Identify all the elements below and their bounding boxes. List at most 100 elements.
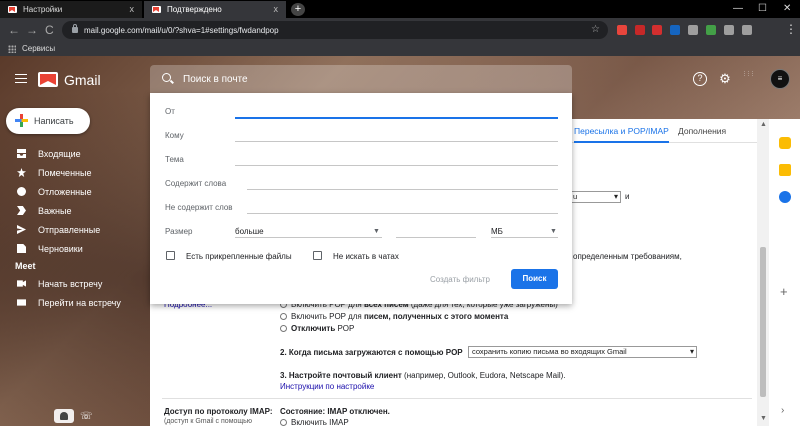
to-input[interactable] (235, 141, 558, 142)
address-bar[interactable]: mail.google.com/mail/u/0/?shva=1#setting… (62, 21, 608, 39)
option-text: Включить IMAP (291, 418, 349, 426)
pop-option-from-now[interactable]: Включить POP для писем, полученных с это… (280, 312, 508, 321)
send-icon (17, 225, 26, 234)
subject-input[interactable] (235, 165, 558, 166)
gmail-brand[interactable]: Gmail (64, 72, 101, 88)
sidebar-item-sent[interactable]: Отправленные (0, 220, 150, 239)
scroll-up-icon[interactable]: ▲ (760, 121, 767, 128)
gmail-favicon-icon (8, 6, 17, 13)
sidebar-item-inbox[interactable]: Входящие (0, 144, 150, 163)
size-operator-underline (235, 237, 382, 238)
keep-icon[interactable] (779, 164, 791, 176)
extension-icon[interactable] (617, 25, 627, 35)
divider (162, 398, 752, 399)
forwarding-select[interactable]: u (569, 191, 621, 203)
search-button[interactable]: Поиск (511, 269, 558, 289)
exclude-chats-checkbox[interactable] (313, 251, 322, 260)
tab-addons[interactable]: Дополнения (678, 126, 726, 136)
has-words-label: Содержит слова (165, 179, 227, 188)
radio[interactable] (280, 313, 287, 320)
gmail-logo-icon[interactable] (38, 72, 58, 87)
radio[interactable] (280, 325, 287, 332)
sidebar-item-drafts[interactable]: Черновики (0, 239, 150, 258)
reload-icon[interactable]: C (45, 23, 54, 37)
setup-instructions-link[interactable]: Инструкции по настройке (280, 382, 374, 391)
minimize-icon[interactable]: — (733, 3, 743, 14)
search-placeholder: Поиск в почте (183, 73, 248, 85)
subject-label: Тема (165, 155, 184, 164)
chevron-down-icon: ▼ (550, 228, 557, 235)
search-bar[interactable]: Поиск в почте (150, 65, 572, 93)
scroll-thumb[interactable] (760, 247, 766, 397)
sidebar-item-starred[interactable]: Помеченные (0, 163, 150, 182)
create-filter-button[interactable]: Создать фильтр (430, 275, 490, 284)
size-value-input[interactable] (396, 237, 476, 238)
imap-label: Доступ по протоколу IMAP: (164, 407, 273, 416)
new-tab-button[interactable]: + (291, 3, 305, 16)
search-icon[interactable] (162, 73, 171, 82)
settings-scrollbar[interactable]: ▲ ▼ (757, 119, 769, 426)
main-menu-icon[interactable] (15, 74, 27, 83)
pop-action-select[interactable]: сохранить копию письма во входящих Gmail (468, 346, 697, 358)
add-addon-icon[interactable]: + (780, 284, 788, 299)
window-close-icon[interactable]: ✕ (783, 3, 791, 14)
forward-icon[interactable]: → (26, 23, 38, 37)
bookmark-star-icon[interactable]: ☆ (591, 24, 600, 35)
compose-label: Написать (34, 116, 74, 126)
size-unit-select[interactable]: МБ (491, 227, 503, 236)
sidebar-item-important[interactable]: Важные (0, 201, 150, 220)
browser-tab-settings[interactable]: Настройки x (0, 1, 142, 18)
exclude-chats-label[interactable]: Не искать в чатах (333, 252, 399, 261)
radio[interactable] (280, 419, 287, 426)
extension-icon[interactable] (742, 25, 752, 35)
tab-forwarding-pop-imap[interactable]: Пересылка и POP/IMAP (574, 126, 669, 143)
maximize-icon[interactable]: ☐ (758, 3, 767, 14)
extensions-puzzle-icon[interactable] (724, 25, 734, 35)
compose-button[interactable]: Написать (6, 108, 90, 134)
extension-icon[interactable] (652, 25, 662, 35)
imap-sublabel: (доступ к Gmail с помощью (164, 418, 253, 425)
help-icon[interactable]: ? (693, 72, 707, 86)
size-operator-select[interactable]: больше (235, 227, 264, 236)
size-unit-underline (491, 237, 558, 238)
extension-icon[interactable] (706, 25, 716, 35)
extension-icon[interactable] (688, 25, 698, 35)
star-icon (17, 168, 26, 177)
pop-step3-text: (например, Outlook, Eudora, Netscape Mai… (401, 371, 566, 380)
sidebar-item-new-meeting[interactable]: Начать встречу (0, 274, 150, 293)
browser-menu-icon[interactable]: ⋮ (785, 22, 797, 36)
has-attachment-label[interactable]: Есть прикрепленные файлы (186, 252, 292, 261)
scroll-down-icon[interactable]: ▼ (760, 415, 767, 422)
apps-grid-icon[interactable] (8, 45, 16, 53)
calendar-icon[interactable] (779, 137, 791, 149)
tasks-icon[interactable] (779, 191, 791, 203)
pop-option-disable[interactable]: Отключить POP (280, 324, 354, 333)
browser-tab-confirmed[interactable]: Подтверждено x (144, 1, 286, 18)
extension-icon[interactable] (670, 25, 680, 35)
doesnt-have-label: Не содержит слов (165, 203, 233, 212)
close-tab-icon[interactable]: x (274, 4, 279, 14)
sidebar-item-label: Помеченные (38, 167, 92, 178)
sidebar-item-label: Перейти на встречу (38, 297, 121, 308)
option-text-bold: писем, полученных с этого момента (363, 312, 509, 321)
from-input[interactable] (235, 117, 558, 119)
gmail-favicon-icon (152, 6, 161, 13)
extension-icon[interactable] (635, 25, 645, 35)
option-text-bold: Отключить (291, 324, 336, 333)
sidebar-item-snoozed[interactable]: Отложенные (0, 182, 150, 201)
has-attachment-checkbox[interactable] (166, 251, 175, 260)
sidebar-item-join-meeting[interactable]: Перейти на встречу (0, 293, 150, 312)
imap-enable-option[interactable]: Включить IMAP (280, 418, 349, 426)
google-apps-icon[interactable]: ⋮⋮⋮ (742, 72, 755, 86)
account-avatar[interactable]: ≡ (770, 69, 790, 89)
bookmark-services[interactable]: Сервисы (22, 44, 55, 53)
url-text: mail.google.com/mail/u/0/?shva=1#setting… (84, 25, 279, 35)
from-label: От (165, 107, 175, 116)
expand-panel-icon[interactable]: › (781, 405, 784, 416)
close-tab-icon[interactable]: x (130, 4, 135, 14)
back-icon[interactable]: ← (8, 23, 20, 37)
has-words-input[interactable] (247, 189, 558, 190)
phone-icon[interactable]: ☏ (80, 411, 93, 422)
settings-gear-icon[interactable]: ⚙ (718, 72, 732, 86)
doesnt-have-input[interactable] (247, 213, 558, 214)
